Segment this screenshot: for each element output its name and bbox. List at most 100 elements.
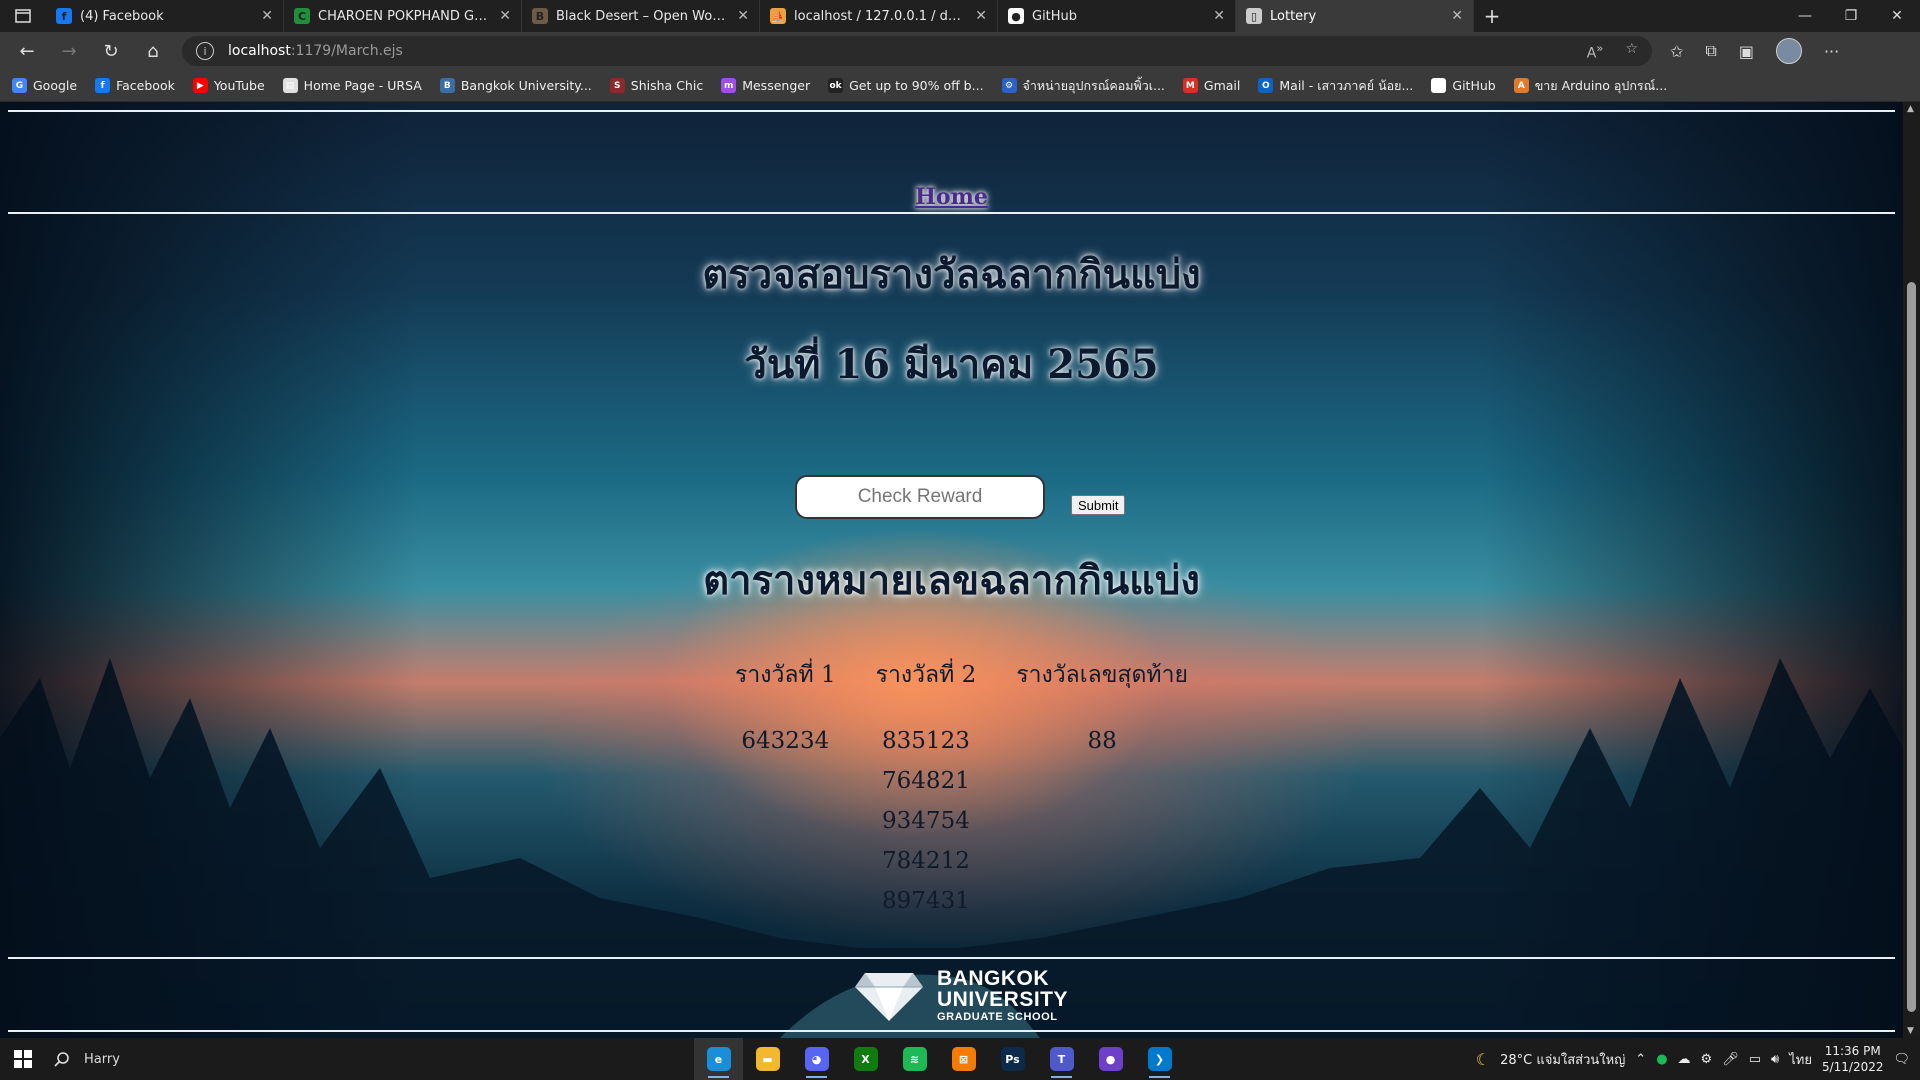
- scroll-up-icon[interactable]: ▲: [1907, 104, 1914, 114]
- bookmark-item[interactable]: ▶ YouTube: [192, 78, 265, 93]
- favorites-icon[interactable]: ✩: [1670, 42, 1683, 61]
- bookmark-item[interactable]: ▤ Home Page - URSA: [282, 78, 422, 93]
- microphone-icon[interactable]: 🎤︎: [1722, 1052, 1739, 1067]
- bookmark-icon: ⚙: [1001, 78, 1017, 93]
- taskbar-app-button[interactable]: Ps: [988, 1038, 1037, 1080]
- taskbar-app-button[interactable]: ≋: [890, 1038, 939, 1080]
- nav-divider: [8, 212, 1895, 214]
- new-tab-button[interactable]: +: [1474, 0, 1510, 32]
- submit-button[interactable]: Submit: [1071, 495, 1126, 515]
- browser-tab[interactable]: ▯ Lottery ✕: [1236, 0, 1474, 32]
- bookmark-label: Shisha Chic: [630, 78, 704, 93]
- onedrive-icon[interactable]: ☁: [1678, 1052, 1691, 1067]
- site-info-icon[interactable]: i: [196, 42, 214, 60]
- bookmarks-bar: G Google f Facebook ▶ YouTube ▤ Home Page - URS…: [0, 70, 1920, 102]
- taskbar-app-button[interactable]: ⊠: [939, 1038, 988, 1080]
- browser-tab[interactable]: B Black Desert – Open World MMO ✕: [522, 0, 760, 32]
- minimize-button[interactable]: —: [1782, 0, 1828, 32]
- taskbar-app-button[interactable]: e: [694, 1038, 743, 1080]
- close-tab-icon[interactable]: ✕: [1213, 8, 1225, 24]
- browser-essentials-icon[interactable]: ▣: [1739, 42, 1754, 61]
- pinned-apps: e ▬ ◕ X ≋ ⊠ Ps T ● ❯: [694, 1038, 1184, 1080]
- search-icon: [54, 1052, 69, 1067]
- close-tab-icon[interactable]: ✕: [737, 8, 749, 24]
- bookmark-icon: M: [1182, 78, 1198, 93]
- show-hidden-icons[interactable]: ⌃: [1635, 1052, 1646, 1067]
- browser-tab[interactable]: C CHAROEN POKPHAND GROUP ✕: [284, 0, 522, 32]
- tab-title: localhost / 127.0.0.1 / database /: [794, 8, 968, 24]
- clock[interactable]: 11:36 PM 5/11/2022: [1822, 1043, 1884, 1075]
- browser-tab[interactable]: ● GitHub ✕: [998, 0, 1236, 32]
- draw-date: วันที่ 16 มีนาคม 2565: [744, 341, 1159, 388]
- bookmark-item[interactable]: G Google: [12, 78, 77, 93]
- taskbar-app-button[interactable]: T: [1037, 1038, 1086, 1080]
- bookmark-item[interactable]: ok Get up to 90% off b...: [828, 78, 984, 93]
- taskbar-app-button[interactable]: ◕: [792, 1038, 841, 1080]
- language-indicator[interactable]: ไทย: [1789, 1049, 1812, 1070]
- notifications-icon[interactable]: 🗨︎: [1893, 1052, 1910, 1067]
- start-button[interactable]: [0, 1050, 46, 1068]
- page-viewport: Home ตรวจสอบรางวัลฉลากกินแบ่ง วันที่ 16 …: [0, 102, 1903, 1038]
- vscode-icon: ❯: [1147, 1047, 1172, 1071]
- back-button[interactable]: ←: [6, 41, 48, 62]
- network-icon[interactable]: ▭: [1749, 1052, 1761, 1067]
- address-bar[interactable]: i localhost:1179/March.ejs A» ☆: [182, 36, 1652, 66]
- browser-tab[interactable]: f (4) Facebook ✕: [46, 0, 284, 32]
- xbox-icon: X: [853, 1047, 878, 1071]
- bookmark-item[interactable]: S Shisha Chic: [609, 78, 704, 93]
- diamond-logo-icon: [855, 972, 923, 1021]
- table-title: ตารางหมายเลขฉลากกินแบ่ง: [703, 557, 1200, 604]
- page-scrollbar[interactable]: ▲ ▼: [1903, 102, 1920, 1038]
- spotify-tray-icon[interactable]: ●: [1656, 1052, 1667, 1067]
- settings-more-icon[interactable]: ···: [1824, 42, 1839, 61]
- home-button[interactable]: ⌂: [132, 41, 174, 62]
- discord-icon: ◕: [804, 1047, 829, 1071]
- taskbar-app-button[interactable]: X: [841, 1038, 890, 1080]
- close-tab-icon[interactable]: ✕: [499, 8, 511, 24]
- table-cell: 835123: [882, 728, 970, 754]
- weather-text[interactable]: 28°C แจ่มใสส่วนใหญ่: [1500, 1049, 1625, 1070]
- taskbar-app-button[interactable]: ❯: [1135, 1038, 1184, 1080]
- refresh-button[interactable]: ↻: [90, 41, 132, 62]
- scroll-thumb[interactable]: [1907, 282, 1916, 1012]
- forward-button[interactable]: →: [48, 41, 90, 62]
- bookmark-item[interactable]: O Mail - เสาวภาคย์ น้อย...: [1258, 76, 1413, 96]
- close-tab-icon[interactable]: ✕: [1451, 8, 1463, 24]
- table-header-cell: รางวัลที่ 2: [875, 662, 977, 688]
- home-link[interactable]: Home: [0, 184, 1903, 210]
- bookmark-item[interactable]: B Bangkok University...: [439, 78, 592, 93]
- volume-icon[interactable]: 🔊︎: [1771, 1052, 1779, 1067]
- bookmark-item[interactable]: f Facebook: [95, 78, 175, 93]
- scroll-down-icon[interactable]: ▼: [1907, 1026, 1914, 1036]
- bookmark-item[interactable]: ⚙ จำหน่ายอุปกรณ์คอมพิ้วเ...: [1001, 76, 1165, 96]
- bookmark-item[interactable]: ● GitHub: [1431, 78, 1496, 93]
- check-reward-input[interactable]: [795, 475, 1045, 519]
- bookmark-item[interactable]: M Gmail: [1182, 78, 1240, 93]
- taskbar-app-button[interactable]: ●: [1086, 1038, 1135, 1080]
- taskbar-app-button[interactable]: ▬: [743, 1038, 792, 1080]
- windows-logo-icon: [14, 1050, 32, 1068]
- table-row: 897431: [715, 881, 1208, 921]
- table-header-cell: รางวัลเลขสุดท้าย: [1016, 662, 1188, 688]
- tab-strip: f (4) Facebook ✕ C CHAROEN POKPHAND GROUP ✕ BB…: [0, 0, 1920, 32]
- steam-icon[interactable]: ⚙: [1701, 1052, 1713, 1067]
- bookmark-icon: ok: [828, 78, 844, 93]
- github-icon: ●: [1008, 8, 1024, 24]
- close-tab-icon[interactable]: ✕: [975, 8, 987, 24]
- profile-avatar[interactable]: [1775, 38, 1802, 64]
- window-menu-button[interactable]: [0, 0, 46, 32]
- close-window-button[interactable]: ✕: [1874, 0, 1920, 32]
- weather-icon[interactable]: ☾: [1476, 1050, 1490, 1069]
- add-favorite-icon[interactable]: ☆: [1625, 41, 1638, 62]
- edge-icon: e: [706, 1047, 731, 1071]
- bookmark-item[interactable]: A ขาย Arduino อุปกรณ์...: [1513, 76, 1667, 96]
- read-aloud-icon[interactable]: A»: [1587, 41, 1604, 62]
- restore-button[interactable]: ❐: [1828, 0, 1874, 32]
- xampp-icon: ⊠: [951, 1047, 976, 1071]
- system-tray: ☾ 28°C แจ่มใสส่วนใหญ่ ⌃ ● ☁ ⚙ 🎤︎ ▭ 🔊︎ ไท…: [1476, 1043, 1920, 1075]
- collections-icon[interactable]: ⧉: [1705, 41, 1716, 61]
- bookmark-item[interactable]: m Messenger: [721, 78, 810, 93]
- browser-tab[interactable]: ⛵ localhost / 127.0.0.1 / database / ✕: [760, 0, 998, 32]
- close-tab-icon[interactable]: ✕: [261, 8, 273, 24]
- taskbar-search[interactable]: Harry: [54, 1051, 694, 1067]
